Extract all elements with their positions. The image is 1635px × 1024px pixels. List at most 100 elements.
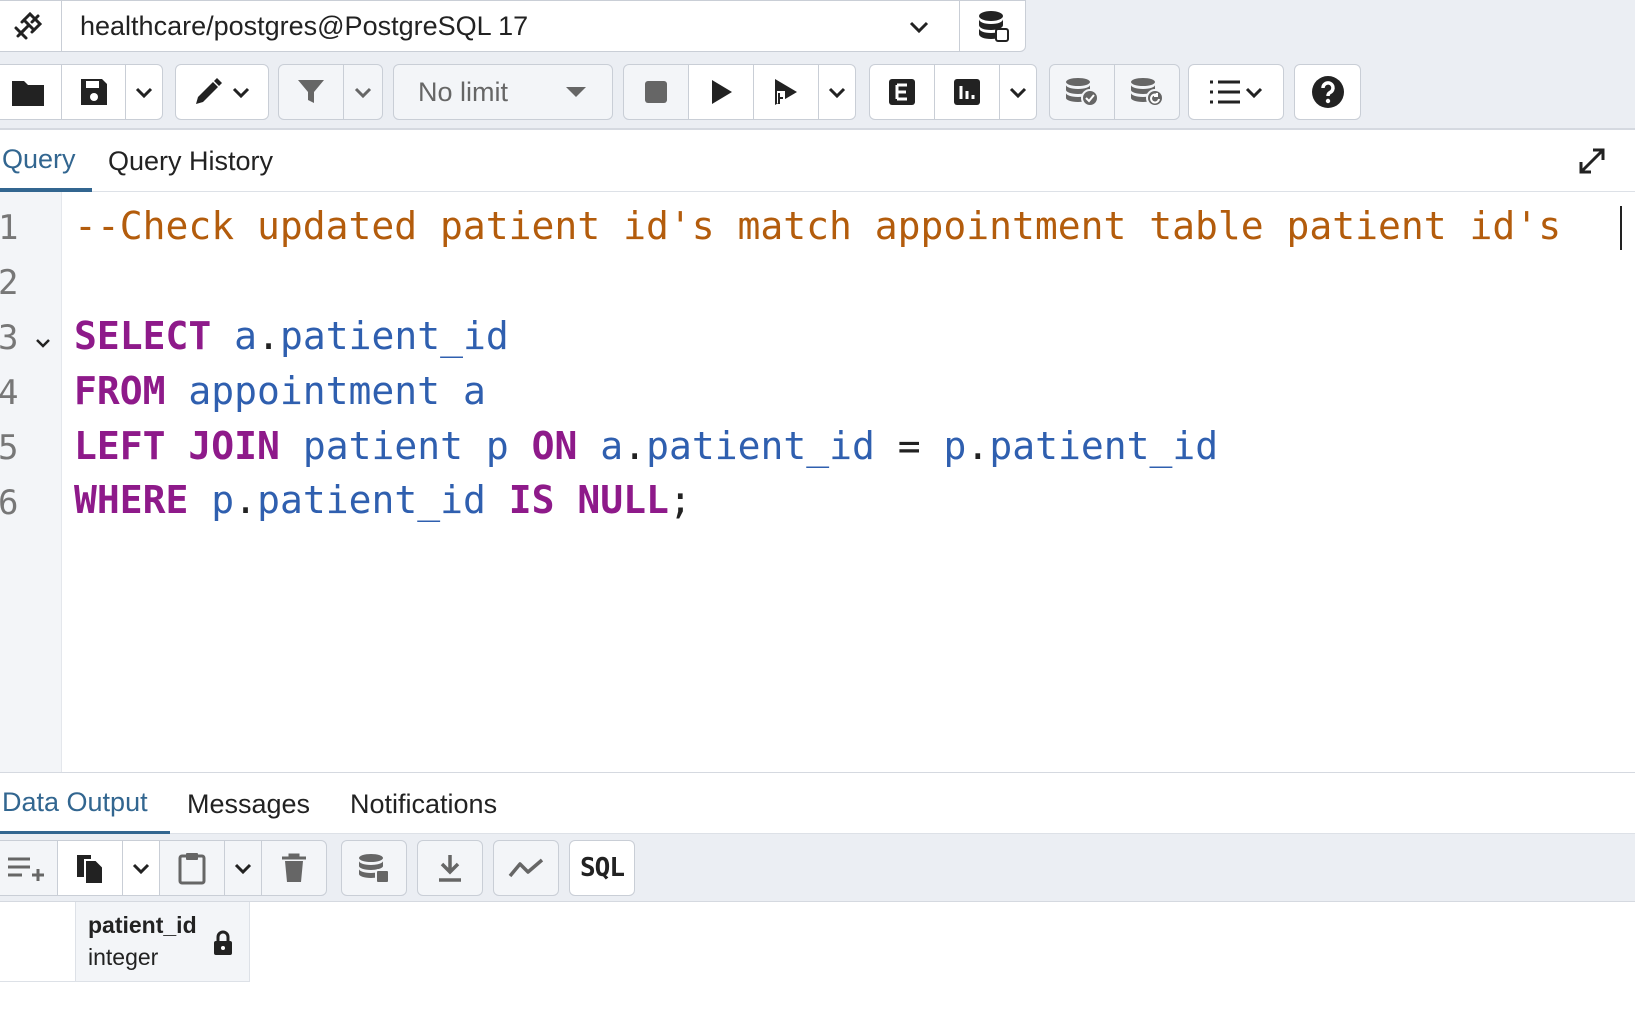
execute-options-dropdown[interactable]: [818, 64, 856, 120]
output-tabs: Data Output Messages Notifications: [0, 772, 1635, 835]
tab-query-history[interactable]: Query History: [108, 130, 273, 192]
tab-data-output[interactable]: Data Output: [0, 773, 170, 835]
output-toolbar: SQL: [0, 834, 1635, 902]
sql-identifier: patient_id: [257, 478, 486, 522]
filter-options-dropdown[interactable]: [343, 64, 383, 120]
open-file-button[interactable]: [0, 64, 62, 120]
save-options-dropdown[interactable]: [125, 64, 163, 120]
pencil-icon: [196, 78, 222, 104]
graph-visualiser-button[interactable]: [493, 840, 559, 896]
fold-chevron-icon[interactable]: [34, 334, 52, 352]
help-button[interactable]: [1294, 64, 1361, 120]
sql-punctuation: .: [257, 314, 280, 358]
bar-chart-icon: [954, 79, 980, 105]
sql-editor[interactable]: 1 2 3 4 5 6 --Check updated patient id's…: [0, 192, 1635, 772]
edit-group: [175, 64, 269, 120]
edit-menu-button[interactable]: [175, 64, 269, 120]
copy-icon: [77, 855, 104, 885]
sql-punctuation: ;: [668, 478, 692, 522]
chevron-down-icon: [909, 21, 929, 34]
text-cursor: [1620, 206, 1622, 250]
cancel-query-button[interactable]: [623, 64, 689, 120]
tab-notifications-label: Notifications: [350, 788, 498, 819]
tab-data-output-label: Data Output: [2, 786, 148, 817]
grid-corner-cell[interactable]: [0, 902, 76, 982]
sql-identifier: p: [211, 478, 235, 522]
save-file-button[interactable]: [61, 64, 126, 120]
sql-identifier: patient_id: [279, 314, 509, 358]
chevron-down-icon: [232, 87, 250, 99]
tab-notifications[interactable]: Notifications: [350, 773, 497, 835]
explain-icon: [889, 79, 915, 105]
new-connection-button[interactable]: [959, 0, 1026, 52]
download-button[interactable]: [417, 840, 483, 896]
save-icon: [80, 79, 107, 105]
sql-identifier: patient: [302, 424, 463, 468]
line-number: 2: [0, 263, 19, 303]
sql-punctuation: .: [623, 424, 647, 468]
view-sql-button[interactable]: SQL: [569, 840, 635, 896]
sql-identifier: appointment: [188, 369, 441, 413]
execute-query-button[interactable]: [753, 64, 819, 120]
copy-options-dropdown[interactable]: [122, 840, 160, 896]
execute-script-button[interactable]: [688, 64, 754, 120]
caret-down-icon: [566, 87, 586, 97]
play-cursor-icon: [775, 79, 797, 105]
column-header-patient-id[interactable]: patient_id integer: [75, 902, 250, 982]
download-icon: [439, 855, 461, 882]
row-limit-select[interactable]: No limit: [393, 64, 613, 120]
line-number: 3: [0, 318, 19, 358]
paste-button[interactable]: [159, 840, 225, 896]
limit-group: No limit: [393, 64, 613, 120]
chevron-down-icon: [135, 87, 153, 99]
play-icon: [712, 80, 732, 104]
add-row-button[interactable]: [0, 840, 58, 896]
sql-punctuation: .: [234, 478, 258, 522]
rollback-button[interactable]: [1114, 64, 1180, 120]
paste-options-dropdown[interactable]: [224, 840, 262, 896]
explain-group: [869, 64, 1037, 120]
tab-messages-label: Messages: [187, 788, 311, 819]
code-line: FROM appointment a: [74, 369, 486, 413]
sql-keyword: ON: [531, 424, 578, 468]
save-data-button[interactable]: [341, 840, 407, 896]
delete-row-button[interactable]: [261, 840, 327, 896]
numbered-list-icon: [1210, 80, 1240, 104]
trash-icon: [282, 853, 306, 882]
sql-keyword: NULL: [577, 478, 669, 522]
macros-button[interactable]: [1188, 64, 1284, 120]
sql-keyword: IS: [508, 478, 555, 522]
code-line: SELECT a.patient_id: [74, 314, 509, 358]
sql-identifier: p: [485, 424, 509, 468]
copy-button[interactable]: [57, 840, 123, 896]
code-comment: --Check updated patient id's match appoi…: [74, 204, 1562, 248]
tab-messages[interactable]: Messages: [187, 773, 310, 835]
graph-group: [493, 840, 559, 896]
connection-status-button[interactable]: [0, 0, 62, 52]
chevron-down-icon: [354, 87, 372, 99]
filter-button[interactable]: [278, 64, 344, 120]
database-check-icon: [1066, 78, 1099, 107]
expand-icon[interactable]: [1577, 146, 1607, 176]
file-group: [0, 64, 163, 120]
save-data-group: [341, 840, 407, 896]
commit-button[interactable]: [1049, 64, 1115, 120]
explain-analyze-button[interactable]: [934, 64, 1000, 120]
row-edit-group: [0, 840, 327, 896]
code-line: LEFT JOIN patient p ON a.patient_id = p.…: [74, 424, 1218, 468]
execute-group: [623, 64, 856, 120]
line-number: 5: [0, 428, 19, 468]
sql-identifier: a: [234, 314, 258, 358]
explain-button[interactable]: [869, 64, 935, 120]
query-toolbar: No limit: [0, 56, 1635, 130]
tab-query[interactable]: Query: [0, 130, 92, 192]
stop-icon: [645, 81, 667, 103]
explain-options-dropdown[interactable]: [999, 64, 1037, 120]
column-type: integer: [88, 944, 159, 970]
connection-select[interactable]: healthcare/postgres@PostgreSQL 17: [61, 0, 960, 52]
sql-identifier: patient_id: [646, 424, 875, 468]
